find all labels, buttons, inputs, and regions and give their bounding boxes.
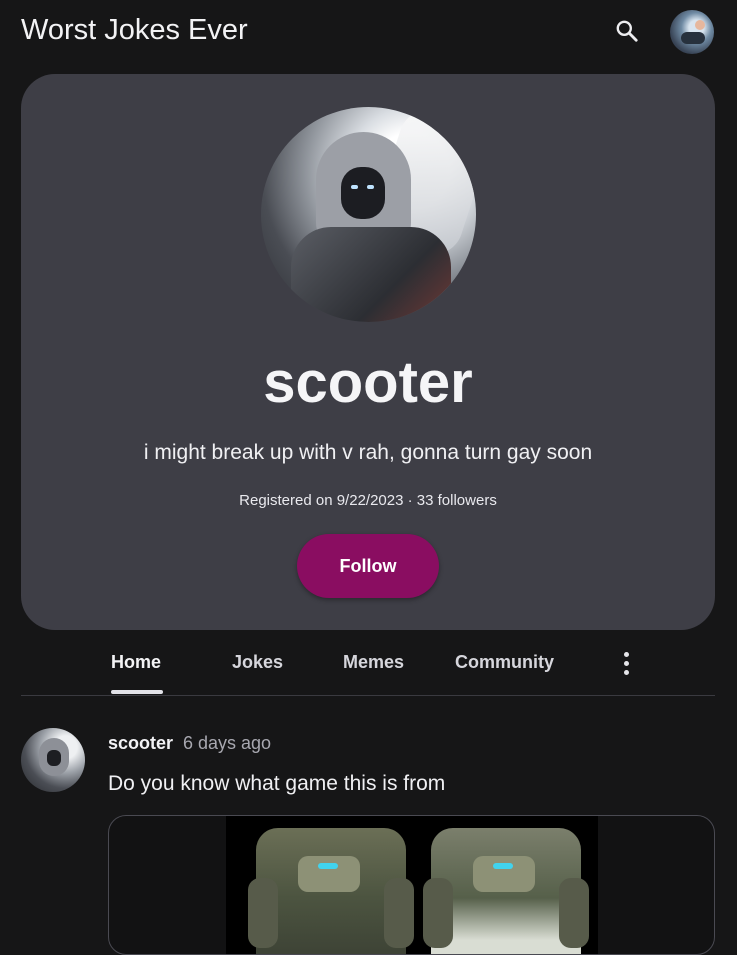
- post-author-name[interactable]: scooter: [108, 733, 173, 754]
- avatar-figure: [681, 32, 705, 44]
- tab-home[interactable]: Home: [111, 652, 161, 673]
- mech-right: [423, 828, 589, 954]
- post-author-avatar[interactable]: [21, 728, 85, 792]
- post-text: Do you know what game this is from: [108, 772, 446, 795]
- search-icon: [616, 20, 638, 42]
- post-item[interactable]: scooter 6 days ago Do you know what game…: [21, 728, 715, 955]
- post-image: [226, 816, 598, 954]
- more-options-icon[interactable]: [619, 652, 633, 678]
- profile-username: scooter: [263, 350, 473, 415]
- search-button[interactable]: [610, 14, 644, 48]
- tab-jokes[interactable]: Jokes: [232, 652, 283, 673]
- post-media[interactable]: [108, 815, 715, 955]
- profile-meta: Registered on 9/22/2023 · 33 followers: [239, 492, 497, 509]
- tab-community[interactable]: Community: [455, 652, 554, 673]
- avatar-head: [695, 20, 705, 30]
- tab-memes[interactable]: Memes: [343, 652, 404, 673]
- profile-bio: i might break up with v rah, gonna turn …: [143, 441, 593, 464]
- profile-avatar: [261, 107, 476, 322]
- follow-button[interactable]: Follow: [297, 534, 439, 598]
- post-timestamp: 6 days ago: [183, 733, 272, 753]
- profile-tabs: Home Jokes Memes Community: [21, 640, 715, 696]
- app-title[interactable]: Worst Jokes Ever: [21, 14, 248, 47]
- active-tab-indicator: [111, 690, 163, 694]
- mech-left: [248, 828, 414, 954]
- user-avatar[interactable]: [670, 10, 714, 54]
- profile-card: scooter i might break up with v rah, gon…: [21, 74, 715, 630]
- top-bar: Worst Jokes Ever: [0, 0, 737, 66]
